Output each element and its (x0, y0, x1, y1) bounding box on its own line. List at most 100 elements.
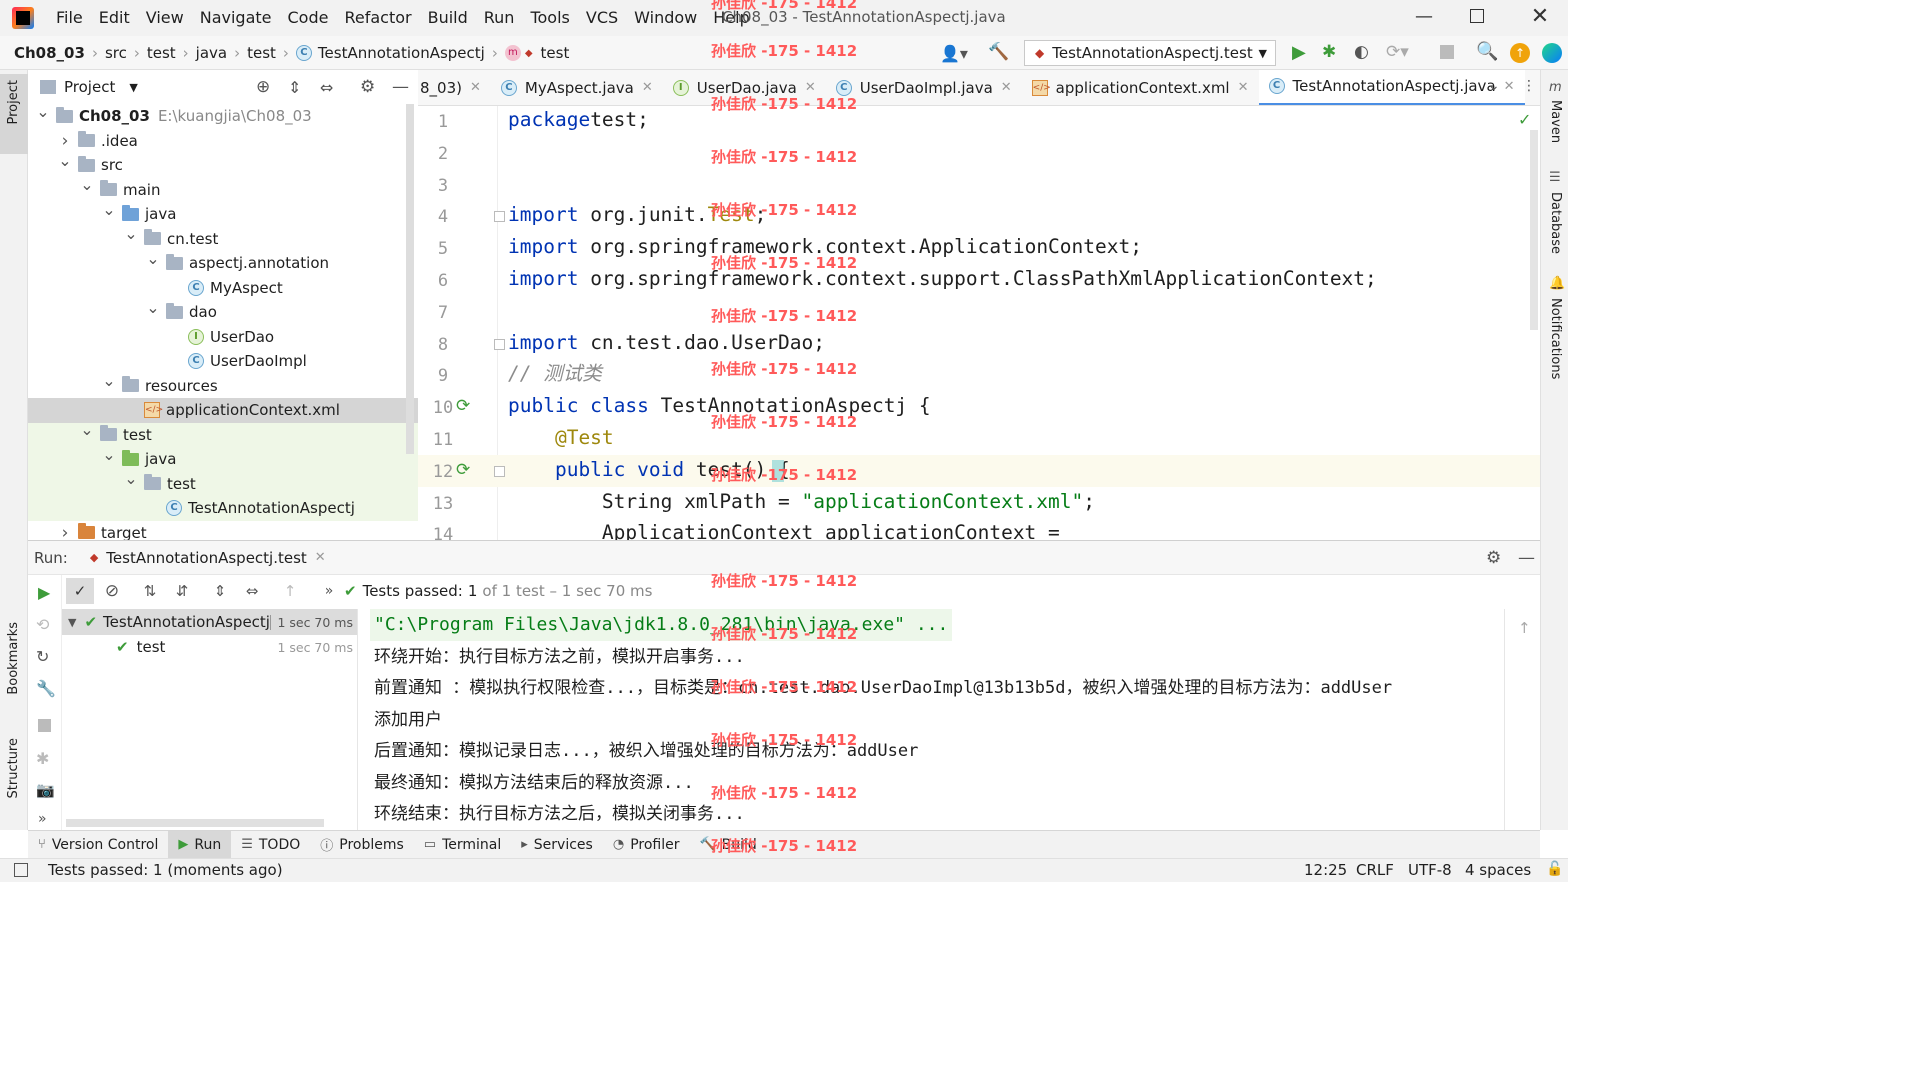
bottom-tab-version-control[interactable]: ⑂ Version Control (28, 831, 168, 858)
editor-tab[interactable]: I UserDao.java ✕ (663, 70, 826, 105)
notifications-tool-label[interactable]: Notifications (1548, 298, 1563, 379)
menu-item-window[interactable]: Window (626, 0, 705, 36)
indent-setting[interactable]: 4 spaces (1465, 861, 1531, 879)
menu-item-run[interactable]: Run (476, 0, 523, 36)
chevron-down-icon[interactable]: ⌄ (146, 249, 160, 268)
chevron-down-icon[interactable]: ⌄ (80, 175, 94, 194)
breadcrumb-item[interactable]: test (247, 44, 276, 62)
chevron-down-icon[interactable]: ▼ (68, 616, 76, 629)
chevron-down-icon[interactable]: ⌄ (102, 371, 116, 390)
editor-tab[interactable]: C MyAspect.java ✕ (491, 70, 663, 105)
editor-scrollbar[interactable] (1530, 130, 1538, 330)
breadcrumb-item[interactable]: test (147, 44, 176, 62)
run-tab-label[interactable]: TestAnnotationAspectj.test (106, 549, 307, 567)
test-case-row[interactable]: ✔ test 1 sec 70 ms (62, 635, 357, 659)
bottom-tab-services[interactable]: ▸ Services (511, 831, 603, 858)
bottom-tab-problems[interactable]: ⓘ Problems (310, 831, 414, 858)
bottom-tab-run[interactable]: ▶ Run (168, 831, 232, 858)
tree-node[interactable]: ⌄ src (28, 151, 418, 178)
console-scrollbar[interactable] (1504, 609, 1505, 831)
coverage-icon[interactable]: ◐ (1354, 42, 1369, 62)
menu-item-tools[interactable]: Tools (522, 0, 577, 36)
chevron-down-icon[interactable]: ▼ (129, 81, 137, 94)
breadcrumb-item[interactable]: test (541, 44, 570, 62)
hide-panel-icon[interactable]: — (1518, 548, 1535, 568)
line-separator[interactable]: CRLF (1356, 861, 1394, 879)
menu-item-file[interactable]: File (48, 0, 91, 36)
menu-item-navigate[interactable]: Navigate (192, 0, 280, 36)
tree-node[interactable]: › .idea (28, 129, 418, 154)
tree-node[interactable]: C TestAnnotationAspectj (28, 496, 418, 521)
tree-node[interactable]: ⌄ resources (28, 371, 418, 399)
settings-gear-icon[interactable]: ⚙ (360, 77, 375, 97)
menu-item-build[interactable]: Build (420, 0, 476, 36)
close-window-button[interactable]: ✕ (1528, 4, 1552, 29)
bottom-tab-terminal[interactable]: ▭ Terminal (414, 831, 511, 858)
debug-icon[interactable]: ✱ (1322, 42, 1336, 62)
close-tab-icon[interactable]: ✕ (1504, 79, 1515, 94)
settings-gear-icon[interactable]: ⚙ (1486, 548, 1501, 568)
minimize-button[interactable]: — (1412, 6, 1436, 30)
search-icon[interactable]: 🔍 (1476, 41, 1498, 62)
close-tab-icon[interactable]: ✕ (470, 80, 481, 95)
bookmarks-tool-label[interactable]: Bookmarks (6, 622, 21, 695)
more-tabs-icon[interactable]: ⋮ (1522, 78, 1536, 94)
database-icon[interactable]: ☰ (1549, 170, 1561, 185)
breadcrumb-item[interactable]: Ch08_03 (14, 44, 85, 62)
user-icon[interactable]: 👤▾ (940, 44, 968, 63)
editor-tab[interactable]: C TestAnnotationAspectj.java ✕ (1258, 70, 1525, 105)
chevron-down-icon[interactable]: ⌄ (146, 298, 160, 317)
maven-tool-label[interactable]: Maven (1548, 100, 1563, 143)
maven-icon[interactable]: m (1549, 80, 1562, 95)
chevron-right-icon[interactable]: › (58, 523, 72, 540)
test-suite-row[interactable]: ▼ ✔ TestAnnotationAspectj 1 sec 70 ms (62, 609, 357, 635)
bottom-tab-profiler[interactable]: ◔ Profiler (603, 831, 690, 858)
previous-test-icon[interactable]: ↑ (276, 582, 304, 600)
rerun-failed-icon[interactable]: ⟲ (36, 615, 49, 634)
tree-node[interactable]: ⌄ cn.test (28, 224, 418, 252)
close-tab-icon[interactable]: ✕ (1001, 80, 1012, 95)
console-output[interactable]: "C:\Program Files\Java\jdk1.8.0_281\bin\… (358, 609, 1506, 831)
editor-tab[interactable]: </> applicationContext.xml ✕ (1022, 70, 1259, 105)
run-test-gutter-icon[interactable]: ⟳ (456, 460, 470, 480)
update-icon[interactable]: ↑ (1510, 43, 1530, 63)
menu-item-code[interactable]: Code (280, 0, 337, 36)
structure-tool-label[interactable]: Structure (6, 738, 21, 798)
collapse-all-icon[interactable]: ⇔ (320, 78, 333, 97)
chevron-down-icon[interactable]: ⌄ (124, 224, 138, 243)
hide-panel-icon[interactable]: — (392, 77, 409, 97)
chevron-down-icon[interactable]: ⌄ (102, 200, 116, 219)
menu-item-refactor[interactable]: Refactor (336, 0, 419, 36)
editor-tab[interactable]: C UserDaoImpl.java ✕ (826, 70, 1022, 105)
chevron-right-icon[interactable]: › (58, 131, 72, 151)
stop-icon[interactable] (1440, 45, 1454, 59)
scroll-up-icon[interactable]: ↑ (1518, 619, 1531, 637)
rerun-icon[interactable]: ▶ (38, 583, 50, 602)
tree-node[interactable]: ⌄ main (28, 175, 418, 203)
chevron-down-icon[interactable]: ⌄ (58, 151, 72, 170)
menu-item-vcs[interactable]: VCS (578, 0, 626, 36)
fold-marker-icon[interactable] (494, 211, 505, 223)
sort-duration-icon[interactable]: ⇵ (168, 582, 196, 600)
toggle-auto-test-icon[interactable]: ↻ (36, 647, 49, 666)
collapse-all-icon[interactable]: ⇔ (238, 582, 266, 600)
tree-node[interactable]: I UserDao (28, 325, 418, 350)
profile-icon[interactable]: ⟳▾ (1386, 42, 1409, 62)
close-tab-icon[interactable]: ✕ (315, 550, 326, 565)
tree-node[interactable]: C MyAspect (28, 276, 418, 301)
project-panel-title[interactable]: Project (64, 78, 115, 96)
project-tool-label[interactable]: Project (6, 80, 21, 124)
tree-node[interactable]: ⌄ aspectj.annotation (28, 249, 418, 276)
close-tab-icon[interactable]: ✕ (1238, 80, 1249, 95)
bottom-tab-todo[interactable]: ☰ TODO (231, 831, 310, 858)
screenshot-icon[interactable]: 📷 (36, 781, 55, 799)
stop-icon[interactable] (38, 719, 51, 732)
file-encoding[interactable]: UTF-8 (1408, 861, 1452, 879)
maximize-button[interactable] (1470, 9, 1484, 23)
inspection-ok-icon[interactable]: ✓ (1518, 110, 1531, 129)
run-icon[interactable]: ▶ (1292, 42, 1306, 63)
lock-icon[interactable]: 🔓 (1546, 861, 1563, 877)
fold-marker-icon[interactable] (494, 465, 505, 477)
expand-all-icon[interactable]: ⇕ (288, 78, 301, 97)
show-passed-toggle[interactable]: ✓ (66, 578, 94, 604)
